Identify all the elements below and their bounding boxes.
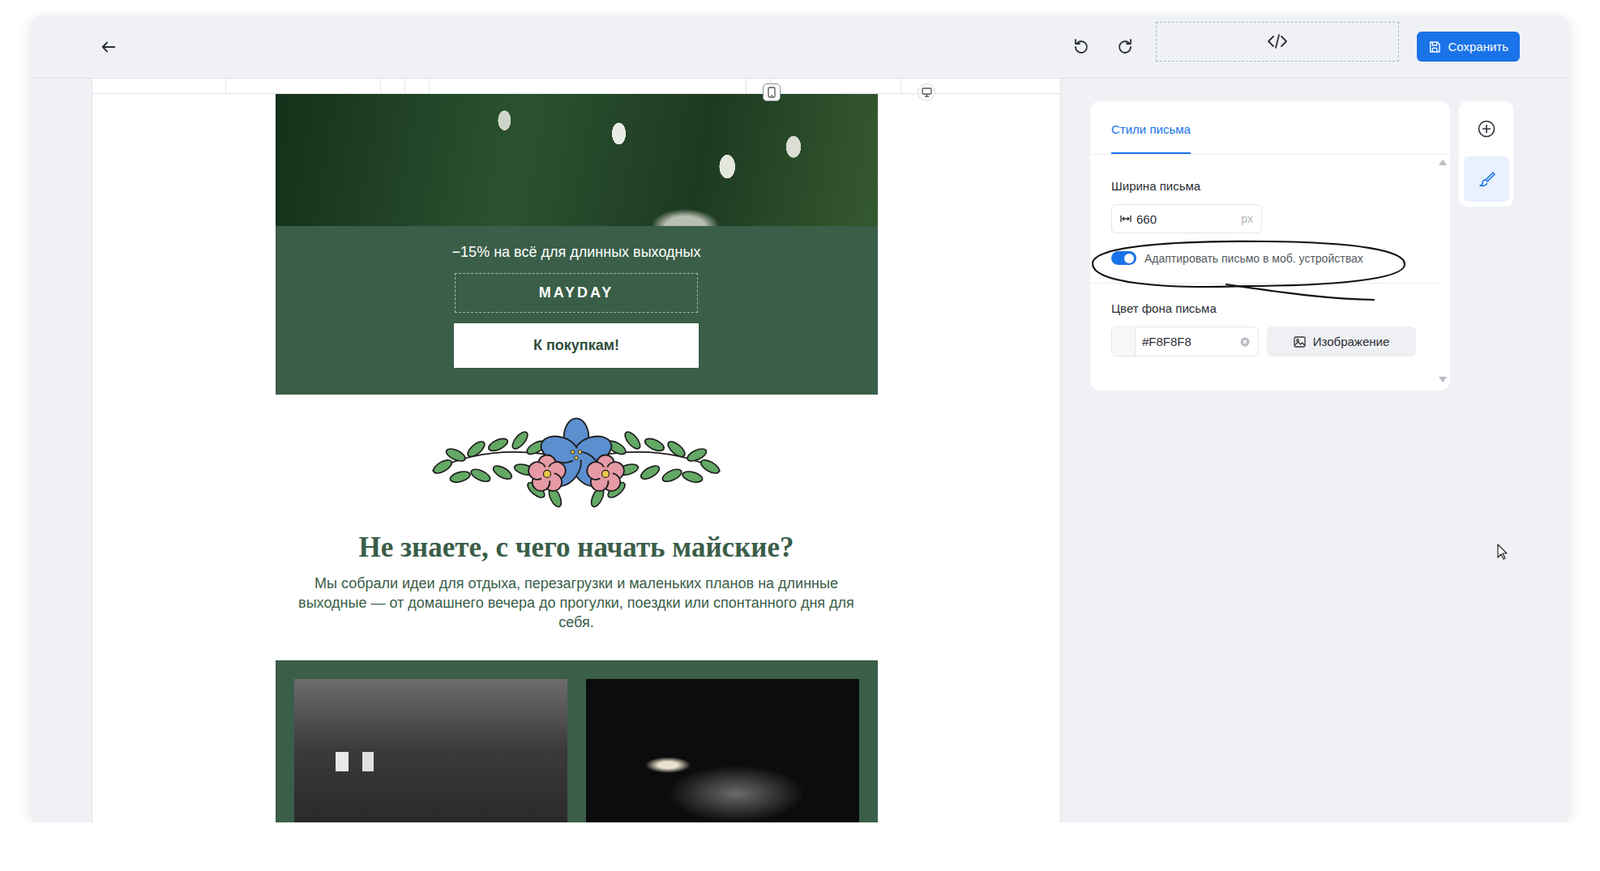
width-unit: px [1240,212,1254,226]
undo-icon [1071,37,1091,57]
plus-circle-icon [1477,119,1496,138]
top-bar: Сохранить [31,15,1569,79]
adapt-toggle[interactable] [1111,251,1137,266]
image-icon [1293,336,1306,348]
background-color-value: #F8F8F8 [1142,334,1234,349]
clear-icon[interactable] [1240,337,1250,347]
block-toolbar [92,78,1061,95]
monitor-icon [921,87,933,98]
toolbar-cell [226,78,381,94]
settings-area: Стили письма Ширина письма 660 px Адапти… [1060,78,1569,823]
width-value: 660 [1136,212,1237,227]
annotation-mark [1088,237,1429,311]
panel-tabs: Стили письма [1090,101,1451,155]
brush-tool-button[interactable] [1463,156,1510,202]
idea-image [294,679,568,823]
idea-image [586,679,860,823]
add-tool-button[interactable] [1463,106,1510,152]
left-gutter [31,78,92,823]
toolbar-cell [405,78,430,94]
toggle-knob [1124,253,1134,264]
toolbar-cell [380,78,406,94]
intro-text: Мы собрали идеи для отдыха, перезагрузки… [275,573,878,633]
adapt-toggle-row: Адаптировать письмо в моб. устройствах [1111,251,1417,266]
scroll-down-arrow[interactable] [1438,376,1447,383]
canvas-scroll: −15% на всё для длинных выходных MAYDAY … [92,94,1061,823]
promo-block: −15% на всё для длинных выходных MAYDAY … [275,226,878,395]
flowers-illustration [369,414,783,511]
top-actions: Сохранить [1068,21,1520,73]
background-row: #F8F8F8 Изображение [1111,326,1417,357]
hero-image [275,94,878,227]
redo-icon [1115,37,1135,57]
promo-code: MAYDAY [454,273,698,313]
width-icon [1120,213,1132,224]
styles-panel: Стили письма Ширина письма 660 px Адапти… [1090,101,1451,391]
save-label: Сохранить [1447,39,1509,54]
shop-button[interactable]: К покупкам! [453,323,699,368]
width-input[interactable]: 660 px [1111,204,1263,234]
floppy-icon [1428,40,1442,54]
workspace: −15% на всё для длинных выходных MAYDAY … [31,78,1569,823]
redo-button[interactable] [1112,34,1138,60]
mouse-cursor-icon [1497,543,1509,561]
background-label: Цвет фона письма [1111,301,1417,316]
arrow-left-icon [99,38,118,56]
intro-heading: Не знаете, с чего начать майские? [358,530,794,566]
color-swatch[interactable] [1112,328,1136,356]
panel-tab[interactable]: Стили письма [1111,122,1191,155]
ideas-block [275,660,878,823]
adapt-toggle-label: Адаптировать письмо в моб. устройствах [1144,252,1364,266]
toolbar-cell [92,78,227,94]
toolbar-cell [429,78,747,94]
desktop-preview-button[interactable] [917,83,936,102]
undo-button[interactable] [1068,34,1095,60]
editor-window: Сохранить −15% на всё для длинных выходн… [31,15,1569,823]
back-button[interactable] [96,34,121,60]
email-canvas: −15% на всё для длинных выходных MAYDAY … [91,78,1061,823]
image-button-label: Изображение [1313,334,1391,349]
background-image-button[interactable]: Изображение [1266,326,1417,357]
toolbar-cell [770,78,902,94]
scroll-up-arrow[interactable] [1438,159,1447,166]
background-section: Цвет фона письма #F8F8F8 Изображение [1090,283,1438,357]
code-icon [1266,31,1288,52]
phone-icon [767,86,776,99]
brush-icon [1477,170,1496,189]
save-button[interactable]: Сохранить [1416,31,1520,62]
code-button[interactable] [1155,21,1399,62]
width-label: Ширина письма [1111,179,1417,193]
promo-text: −15% на всё для длинных выходных [452,242,702,262]
email-preview: −15% на всё для длинных выходных MAYDAY … [275,94,878,823]
side-tools [1458,101,1514,207]
width-section: Ширина письма 660 px Адаптировать письмо… [1090,154,1438,284]
mobile-preview-button[interactable] [762,83,781,102]
background-color-input[interactable]: #F8F8F8 [1111,326,1259,357]
